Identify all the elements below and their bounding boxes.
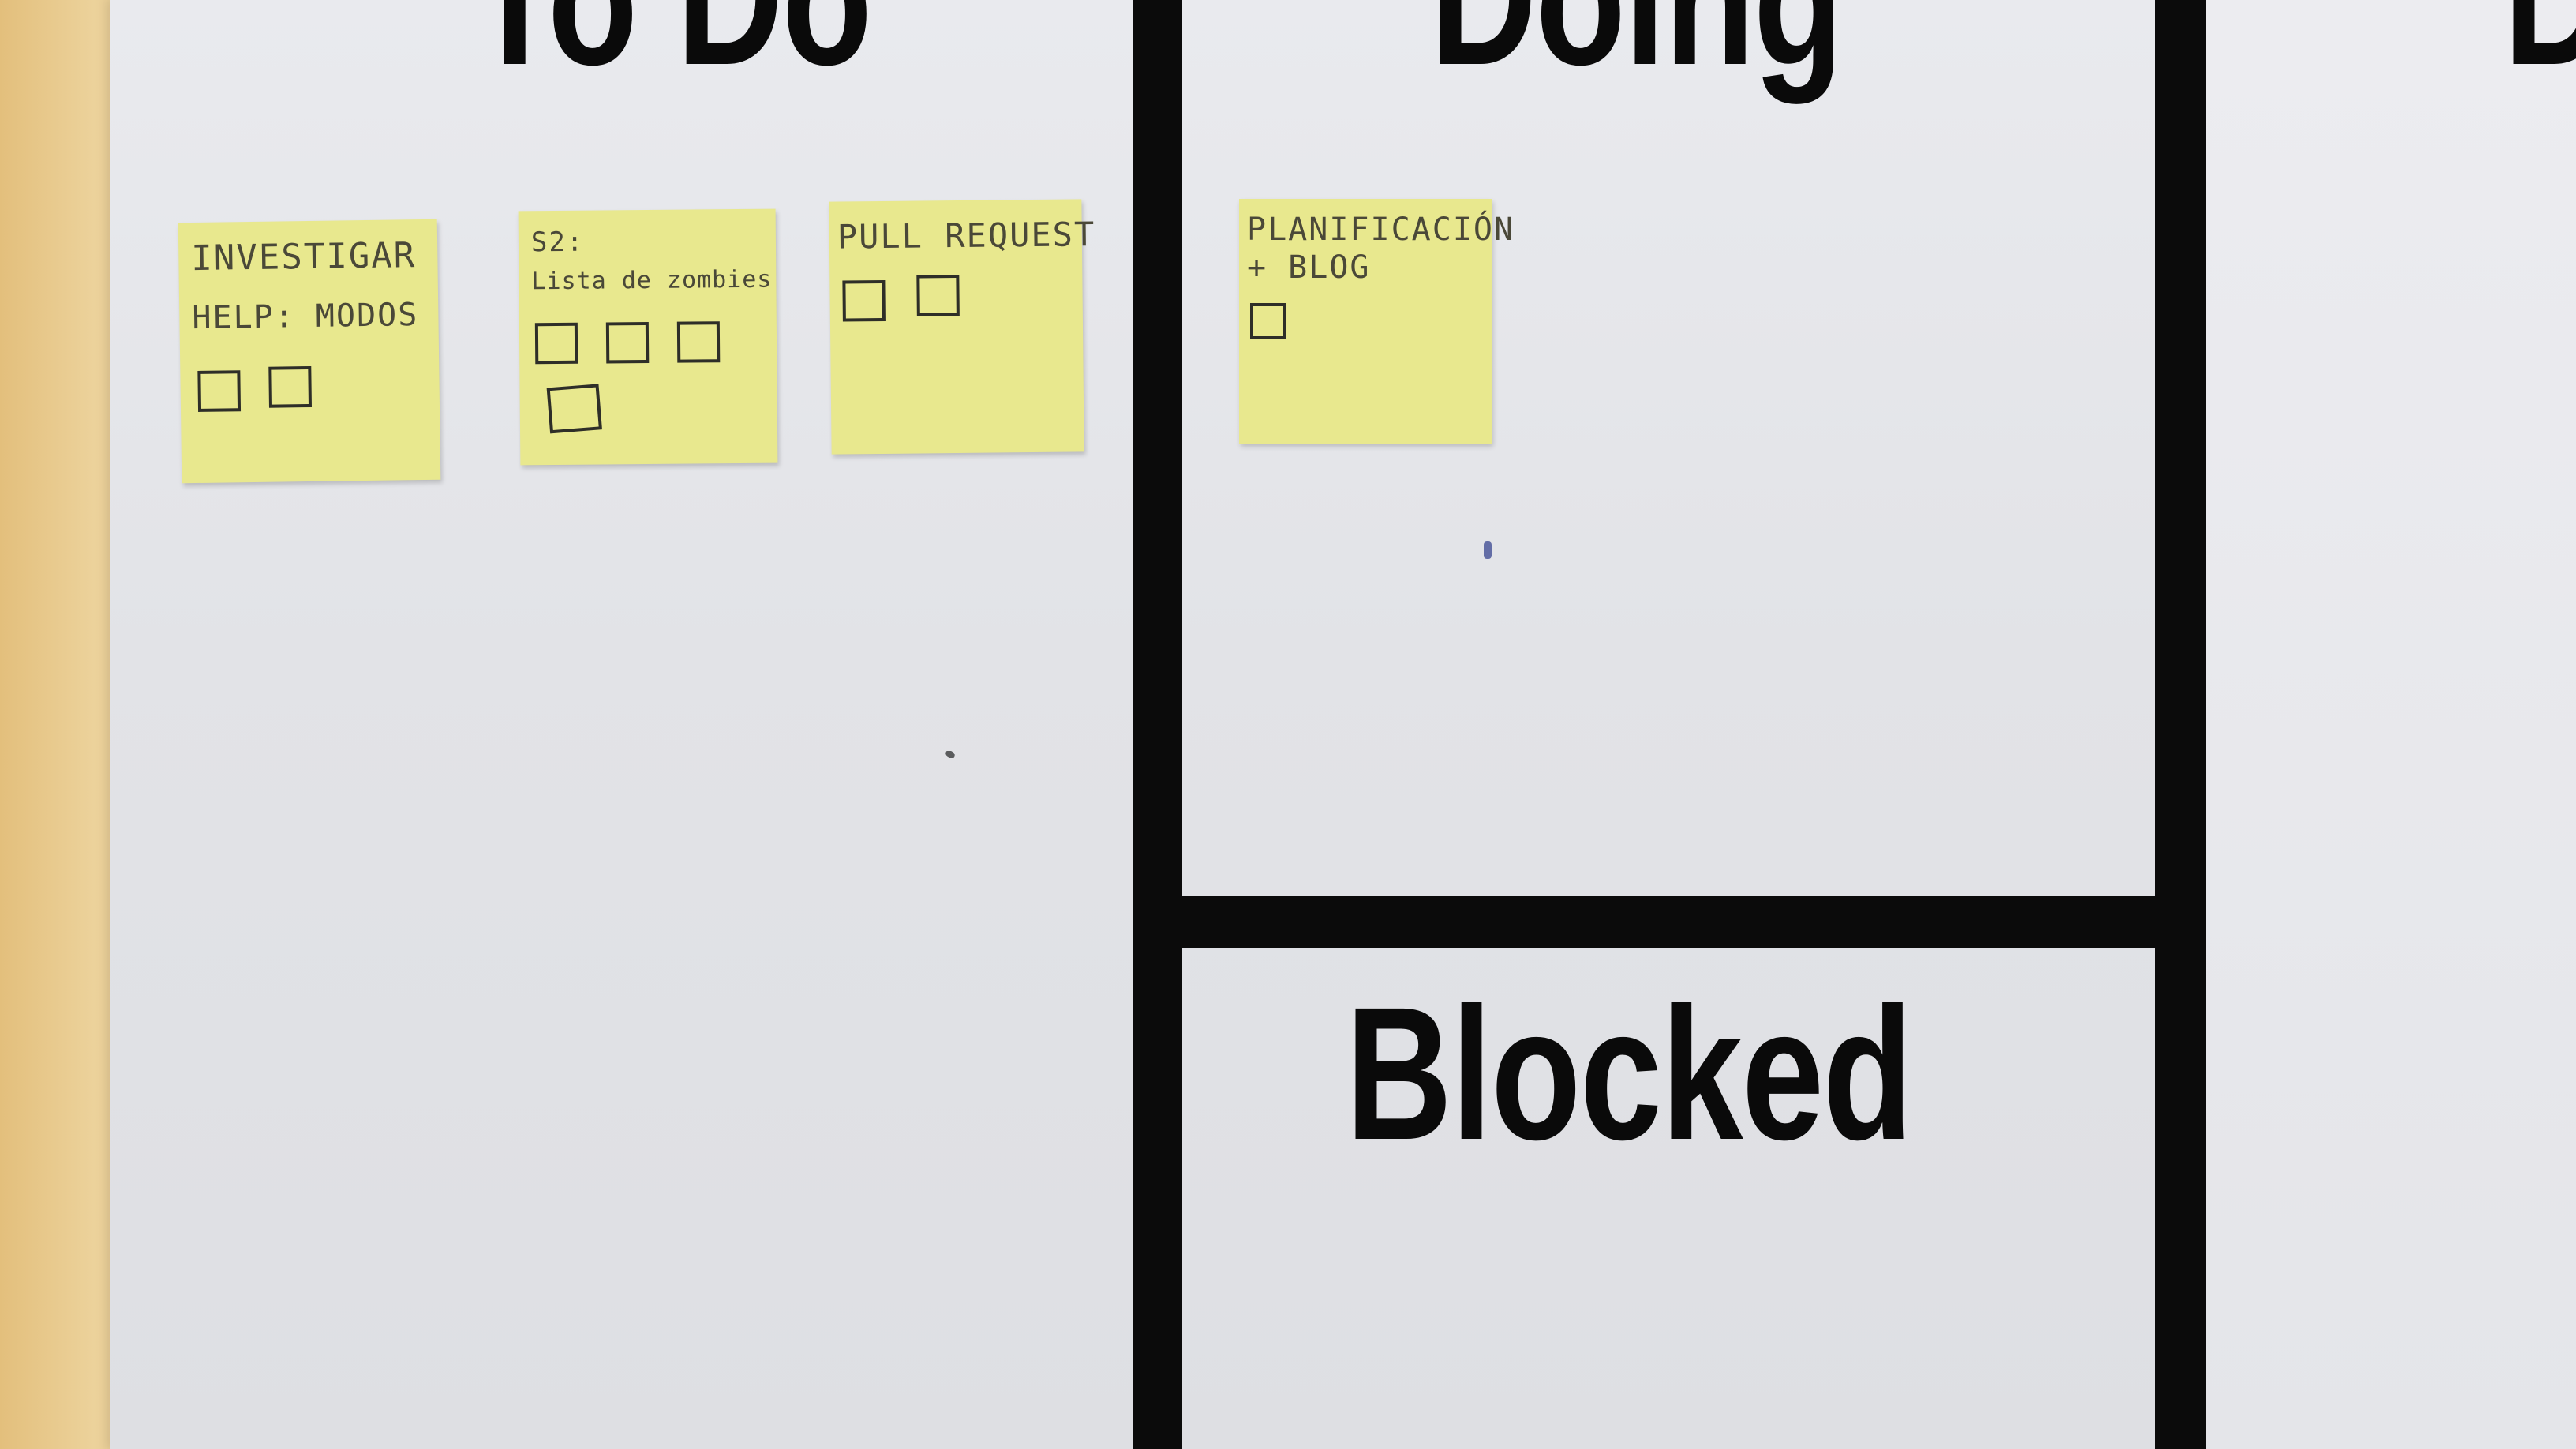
checkbox-drawing <box>534 322 578 365</box>
note-line: PLANIFICACIÓN <box>1247 212 1515 248</box>
kanban-paper-sheet-right <box>2206 0 2576 1449</box>
column-heading-todo: To Do <box>470 0 872 93</box>
column-divider-right <box>2155 0 2206 1449</box>
sticky-note-zombies: S2: Lista de zombies <box>518 208 778 466</box>
note-line: S2: <box>530 226 585 259</box>
note-line: INVESTIGAR <box>190 235 417 279</box>
checkbox-drawing <box>1250 303 1286 339</box>
sticky-note-planificacion: PLANIFICACIÓN + BLOG <box>1239 199 1513 444</box>
pen-mark <box>1484 541 1492 559</box>
section-heading-blocked: Blocked <box>1346 968 1913 1179</box>
checkbox-drawing <box>268 365 312 408</box>
note-line: PULL REQUEST <box>837 215 1096 256</box>
column-heading-doing: Doing <box>1430 0 1844 93</box>
checkbox-drawing <box>916 274 960 316</box>
checkbox-drawing <box>197 370 242 412</box>
column-heading-done: D <box>2503 0 2576 93</box>
note-line: HELP: MODOS <box>192 297 419 337</box>
checkbox-drawing <box>842 279 886 322</box>
sticky-note-investigar: INVESTIGAR HELP: MODOS <box>178 219 441 484</box>
checkbox-drawing <box>546 384 602 434</box>
sticky-note-pull-request: PULL REQUEST <box>829 199 1095 455</box>
note-line: + BLOG <box>1247 249 1371 286</box>
checkbox-drawing <box>605 321 650 364</box>
checkbox-drawing <box>676 321 721 363</box>
column-divider-left <box>1133 0 1182 1449</box>
doing-blocked-divider <box>1133 896 2206 948</box>
note-line: Lista de zombies <box>531 265 773 296</box>
